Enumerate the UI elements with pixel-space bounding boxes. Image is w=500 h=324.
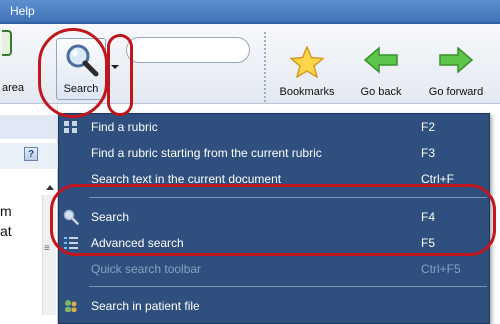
vertical-scrollbar[interactable]	[42, 195, 56, 315]
toolbar: area Search Bookmarks Go back Go forward	[0, 24, 500, 104]
magnifier-icon	[66, 44, 99, 77]
menu-item-search-patient-file[interactable]: Search in patient file	[59, 295, 491, 317]
menu-separator	[89, 286, 487, 287]
bookmarks-button[interactable]: Bookmarks	[274, 44, 340, 100]
patient-file-icon	[65, 300, 77, 312]
star-icon	[290, 46, 324, 78]
magnifier-icon	[63, 209, 79, 225]
search-button[interactable]: Search	[56, 38, 106, 100]
arrow-left-icon	[363, 46, 398, 74]
menu-item-find-rubric-from-current[interactable]: Find a rubric starting from the current …	[59, 142, 491, 164]
menu-item-label: Find a rubric starting from the current …	[91, 146, 322, 160]
left-pane-text: at	[0, 223, 12, 239]
chevron-down-icon	[111, 65, 119, 69]
menu-item-search[interactable]: Search F4	[59, 206, 491, 228]
left-pane-text: m	[0, 203, 12, 219]
help-book-icon[interactable]: ?	[24, 147, 38, 161]
go-back-label: Go back	[360, 86, 402, 98]
arrow-right-icon	[439, 46, 474, 74]
list-icon	[64, 237, 78, 249]
menu-item-advanced-search[interactable]: Advanced search F5	[59, 232, 491, 254]
menu-item-label: Search in patient file	[91, 299, 200, 313]
left-pane-header	[0, 115, 58, 139]
menu-item-label: Search	[91, 210, 130, 224]
search-button-label: Search	[63, 83, 99, 95]
menu-item-label: Search text in the current document	[91, 172, 282, 186]
menu-item-shortcut: F4	[421, 210, 436, 224]
menu-item-shortcut: F5	[421, 236, 436, 250]
area-button-label: area	[2, 82, 25, 94]
menu-item-quick-search-toolbar: Quick search toolbar Ctrl+F5	[59, 258, 491, 280]
go-forward-label: Go forward	[428, 86, 484, 98]
left-pane: ? ≡ m at	[0, 105, 58, 324]
bookmarks-label: Bookmarks	[279, 86, 335, 98]
menu-item-search-text-document[interactable]: Search text in the current document Ctrl…	[59, 168, 491, 190]
menu-item-label: Advanced search	[91, 236, 184, 250]
menu-bar: Help	[0, 0, 500, 22]
scroll-grip-icon[interactable]: ≡	[44, 244, 52, 254]
menu-item-shortcut: F2	[421, 120, 436, 134]
rubric-icon	[64, 121, 77, 133]
area-icon	[2, 30, 12, 56]
search-dropdown-button[interactable]	[108, 38, 120, 100]
menu-item-shortcut: Ctrl+F5	[421, 262, 461, 276]
search-input[interactable]	[126, 37, 250, 63]
search-dropdown-menu: Find a rubric F2 Find a rubric starting …	[58, 113, 490, 324]
area-button[interactable]: area	[0, 2, 34, 100]
go-back-button[interactable]: Go back	[352, 44, 410, 100]
scroll-up-icon[interactable]	[46, 185, 54, 190]
go-forward-button[interactable]: Go forward	[418, 44, 494, 100]
menu-item-find-rubric[interactable]: Find a rubric F2	[59, 116, 491, 138]
menu-separator	[89, 197, 487, 198]
toolbar-divider	[264, 32, 266, 102]
menu-item-label: Quick search toolbar	[91, 262, 202, 276]
menu-item-shortcut: Ctrl+F	[421, 172, 454, 186]
menu-item-label: Find a rubric	[91, 120, 158, 134]
menu-item-shortcut: F3	[421, 146, 436, 160]
